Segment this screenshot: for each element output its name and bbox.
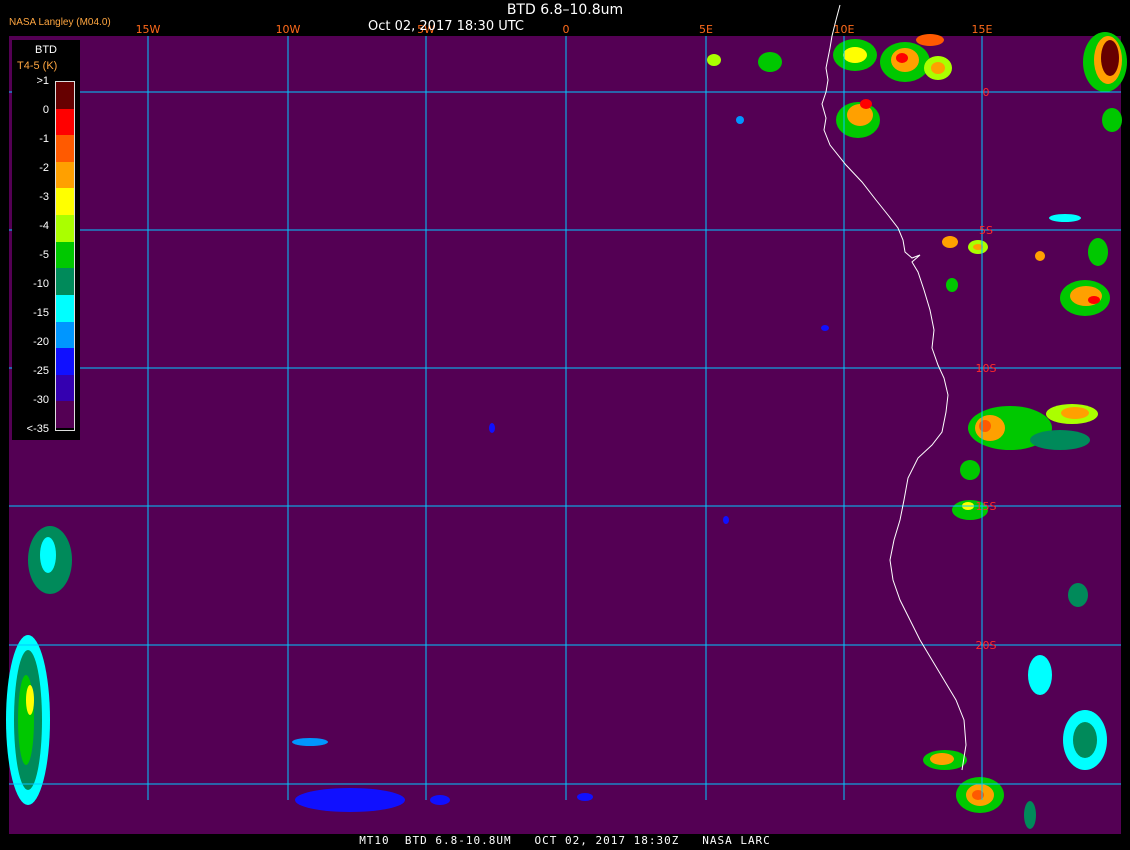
- legend-label: -20: [33, 336, 49, 348]
- cloud-patch: [942, 236, 958, 248]
- cloud-patch: [821, 325, 829, 331]
- legend-label: >1: [36, 75, 49, 87]
- legend-label: -30: [33, 394, 49, 406]
- cloud-patch: [1061, 407, 1089, 419]
- cloud-patch: [931, 62, 945, 74]
- cloud-patch: [860, 99, 872, 109]
- cloud-patch: [843, 47, 867, 63]
- cloud-patch: [979, 420, 991, 432]
- footer-caption: MT10 BTD 6.8-10.8UM OCT 02, 2017 18:30Z …: [359, 834, 771, 847]
- latitude-label: 5S: [979, 224, 993, 237]
- cloud-patch: [1101, 40, 1119, 76]
- cloud-patch: [758, 52, 782, 72]
- legend-label: -10: [33, 278, 49, 290]
- cloud-patch: [1024, 801, 1036, 829]
- legend-label: -1: [39, 133, 49, 145]
- cloud-patch: [489, 423, 495, 433]
- cloud-patch: [292, 738, 328, 746]
- cloud-patch: [916, 34, 944, 46]
- cloud-patch: [1035, 251, 1045, 261]
- legend-label: -4: [39, 220, 49, 232]
- satellite-map: 15W 10W 5W 0 5E 10E 15E 05S10S15S20S: [0, 0, 1130, 850]
- cloud-patch: [1030, 430, 1090, 450]
- legend-subtitle: T4-5 (K): [17, 60, 58, 72]
- color-legend: BTD T4-5 (K) >1 0 -1 -2 -3 -4 -5 -10 -15 -20 -25 -3…: [12, 40, 80, 440]
- image-datetime: Oct 02, 2017 18:30 UTC: [368, 19, 524, 34]
- cloud-patch: [930, 753, 954, 765]
- legend-label: -2: [39, 162, 49, 174]
- image-title: BTD 6.8–10.8um: [506, 2, 624, 18]
- cloud-patch: [736, 116, 744, 124]
- cloud-patch: [1068, 583, 1088, 607]
- legend-title: BTD: [35, 44, 57, 56]
- legend-label: 0: [42, 104, 49, 116]
- legend-label: -25: [33, 365, 49, 377]
- cloud-patch: [946, 278, 958, 292]
- cloud-patch: [1088, 238, 1108, 266]
- legend-label: -5: [39, 249, 49, 261]
- latitude-label: 20S: [976, 639, 997, 652]
- cloud-patch: [295, 788, 405, 812]
- cloud-patch: [1073, 722, 1097, 758]
- latitude-label: 10S: [976, 362, 997, 375]
- cloud-patch: [1102, 108, 1122, 132]
- cloud-patch: [577, 793, 593, 801]
- cloud-patch: [1088, 296, 1100, 304]
- cloud-patch: [1028, 655, 1052, 695]
- cloud-patch: [1049, 214, 1081, 222]
- legend-label: -3: [39, 191, 49, 203]
- cloud-patch: [430, 795, 450, 805]
- legend-label: -15: [33, 307, 49, 319]
- map-field: [9, 36, 1121, 834]
- cloud-patch: [707, 54, 721, 66]
- latitude-label: 15S: [976, 500, 997, 513]
- latitude-label: 0: [983, 86, 990, 99]
- cloud-patch: [40, 537, 56, 573]
- cloud-patch: [896, 53, 908, 63]
- cloud-patch: [26, 685, 34, 715]
- cloud-patch: [723, 516, 729, 524]
- legend-frame: [55, 81, 75, 431]
- longitude-label: 15E: [972, 23, 993, 36]
- legend-label: <-35: [26, 423, 49, 435]
- cloud-patch: [960, 460, 980, 480]
